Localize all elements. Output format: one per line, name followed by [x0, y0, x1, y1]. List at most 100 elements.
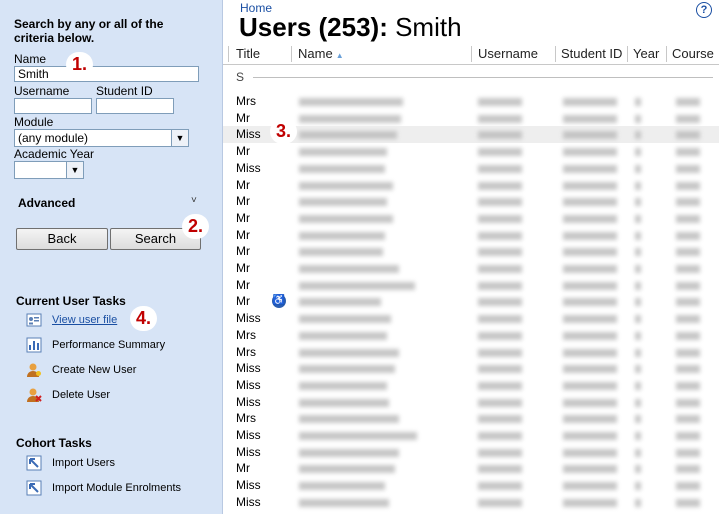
- column-year[interactable]: Year: [633, 46, 659, 61]
- row-course-redacted: [676, 164, 700, 173]
- row-username-redacted: [478, 181, 522, 190]
- table-row[interactable]: Mrs: [223, 410, 719, 427]
- row-title: Mr: [236, 194, 250, 209]
- row-title: Mrs: [236, 344, 256, 359]
- table-row[interactable]: Mr: [223, 227, 719, 244]
- row-name-redacted: [299, 181, 393, 190]
- column-course[interactable]: Course: [672, 46, 714, 61]
- row-name-redacted: [299, 198, 387, 207]
- row-year-redacted: [635, 482, 641, 491]
- table-row[interactable]: Miss: [223, 477, 719, 494]
- academic-year-select[interactable]: ▼: [14, 161, 84, 179]
- row-course-redacted: [676, 498, 700, 507]
- row-course-redacted: [676, 231, 700, 240]
- module-select[interactable]: (any module) ▼: [14, 129, 189, 147]
- row-year-redacted: [635, 248, 641, 257]
- table-row[interactable]: Mr: [223, 210, 719, 227]
- bar-chart-icon: [26, 337, 42, 353]
- row-course-redacted: [676, 398, 700, 407]
- row-title: Miss: [236, 127, 261, 142]
- row-year-redacted: [635, 365, 641, 374]
- row-name-redacted: [299, 164, 385, 173]
- table-row[interactable]: Mr: [223, 460, 719, 477]
- main-content: Home ? Users (253): Smith Title Name ▲ Us…: [223, 0, 719, 514]
- table-row[interactable]: Miss: [223, 310, 719, 327]
- table-row[interactable]: Mrs: [223, 93, 719, 110]
- table-row[interactable]: Mr: [223, 177, 719, 194]
- row-student-id-redacted: [563, 231, 617, 240]
- row-course-redacted: [676, 381, 700, 390]
- annotation-4: 4.: [130, 306, 158, 331]
- sort-ascending-icon: ▲: [335, 51, 344, 60]
- column-title[interactable]: Title: [236, 46, 260, 61]
- column-username[interactable]: Username: [478, 46, 538, 61]
- table-row[interactable]: Mrs: [223, 327, 719, 344]
- row-student-id-redacted: [563, 398, 617, 407]
- row-year-redacted: [635, 198, 641, 207]
- search-instructions: Search by any or all of the criteria bel…: [14, 17, 164, 45]
- page-title-query: Smith: [395, 12, 462, 42]
- table-row[interactable]: Mr: [223, 243, 719, 260]
- table-row[interactable]: Miss: [223, 360, 719, 377]
- row-year-redacted: [635, 148, 641, 157]
- table-row[interactable]: Mr: [223, 260, 719, 277]
- table-row[interactable]: Miss: [223, 377, 719, 394]
- import-arrow-icon: [26, 480, 42, 496]
- table-row[interactable]: Mr: [223, 110, 719, 127]
- row-year-redacted: [635, 498, 641, 507]
- student-id-input[interactable]: [96, 98, 174, 114]
- row-name-redacted: [299, 214, 393, 223]
- row-year-redacted: [635, 331, 641, 340]
- row-title: Miss: [236, 478, 261, 493]
- row-title: Mrs: [236, 327, 256, 342]
- column-student-id[interactable]: Student ID: [561, 46, 622, 61]
- row-year-redacted: [635, 214, 641, 223]
- advanced-toggle[interactable]: Advanced: [18, 196, 75, 210]
- row-title: Mr: [236, 461, 250, 476]
- table-row[interactable]: Miss: [223, 126, 719, 144]
- row-student-id-redacted: [563, 348, 617, 357]
- table-row[interactable]: Mr: [223, 193, 719, 210]
- table-row[interactable]: Miss: [223, 427, 719, 444]
- row-year-redacted: [635, 114, 641, 123]
- row-username-redacted: [478, 164, 522, 173]
- row-title: Mr: [236, 227, 250, 242]
- table-row[interactable]: Mr ♿: [223, 293, 719, 310]
- table-row[interactable]: Mrs: [223, 344, 719, 361]
- row-course-redacted: [676, 214, 700, 223]
- row-name-redacted: [299, 398, 389, 407]
- row-student-id-redacted: [563, 415, 617, 424]
- row-year-redacted: [635, 415, 641, 424]
- column-name[interactable]: Name ▲: [298, 46, 344, 61]
- row-student-id-redacted: [563, 315, 617, 324]
- row-name-redacted: [299, 281, 415, 290]
- row-username-redacted: [478, 365, 522, 374]
- row-username-redacted: [478, 98, 522, 106]
- row-username-redacted: [478, 415, 522, 424]
- chevron-down-icon[interactable]: ˅: [191, 195, 197, 206]
- table-row[interactable]: Mr: [223, 277, 719, 294]
- back-button[interactable]: Back: [16, 228, 108, 250]
- letter-group-divider: [253, 77, 713, 78]
- row-name-redacted: [299, 331, 387, 340]
- row-year-redacted: [635, 98, 641, 106]
- table-row[interactable]: Mr: [223, 143, 719, 160]
- table-row[interactable]: Miss: [223, 444, 719, 461]
- name-input[interactable]: [14, 66, 199, 82]
- username-input[interactable]: [14, 98, 92, 114]
- table-row[interactable]: Miss: [223, 394, 719, 411]
- row-title: Mrs: [236, 411, 256, 426]
- row-course-redacted: [676, 265, 700, 273]
- row-title: Mr: [236, 261, 250, 275]
- table-row[interactable]: Miss: [223, 160, 719, 177]
- row-name-redacted: [299, 498, 389, 507]
- row-year-redacted: [635, 265, 641, 273]
- row-title: Miss: [236, 428, 261, 442]
- table-row[interactable]: Miss: [223, 494, 719, 511]
- row-student-id-redacted: [563, 265, 617, 273]
- row-course-redacted: [676, 465, 700, 474]
- help-icon[interactable]: ?: [696, 2, 712, 18]
- row-course-redacted: [676, 415, 700, 424]
- row-student-id-redacted: [563, 298, 617, 307]
- row-year-redacted: [635, 348, 641, 357]
